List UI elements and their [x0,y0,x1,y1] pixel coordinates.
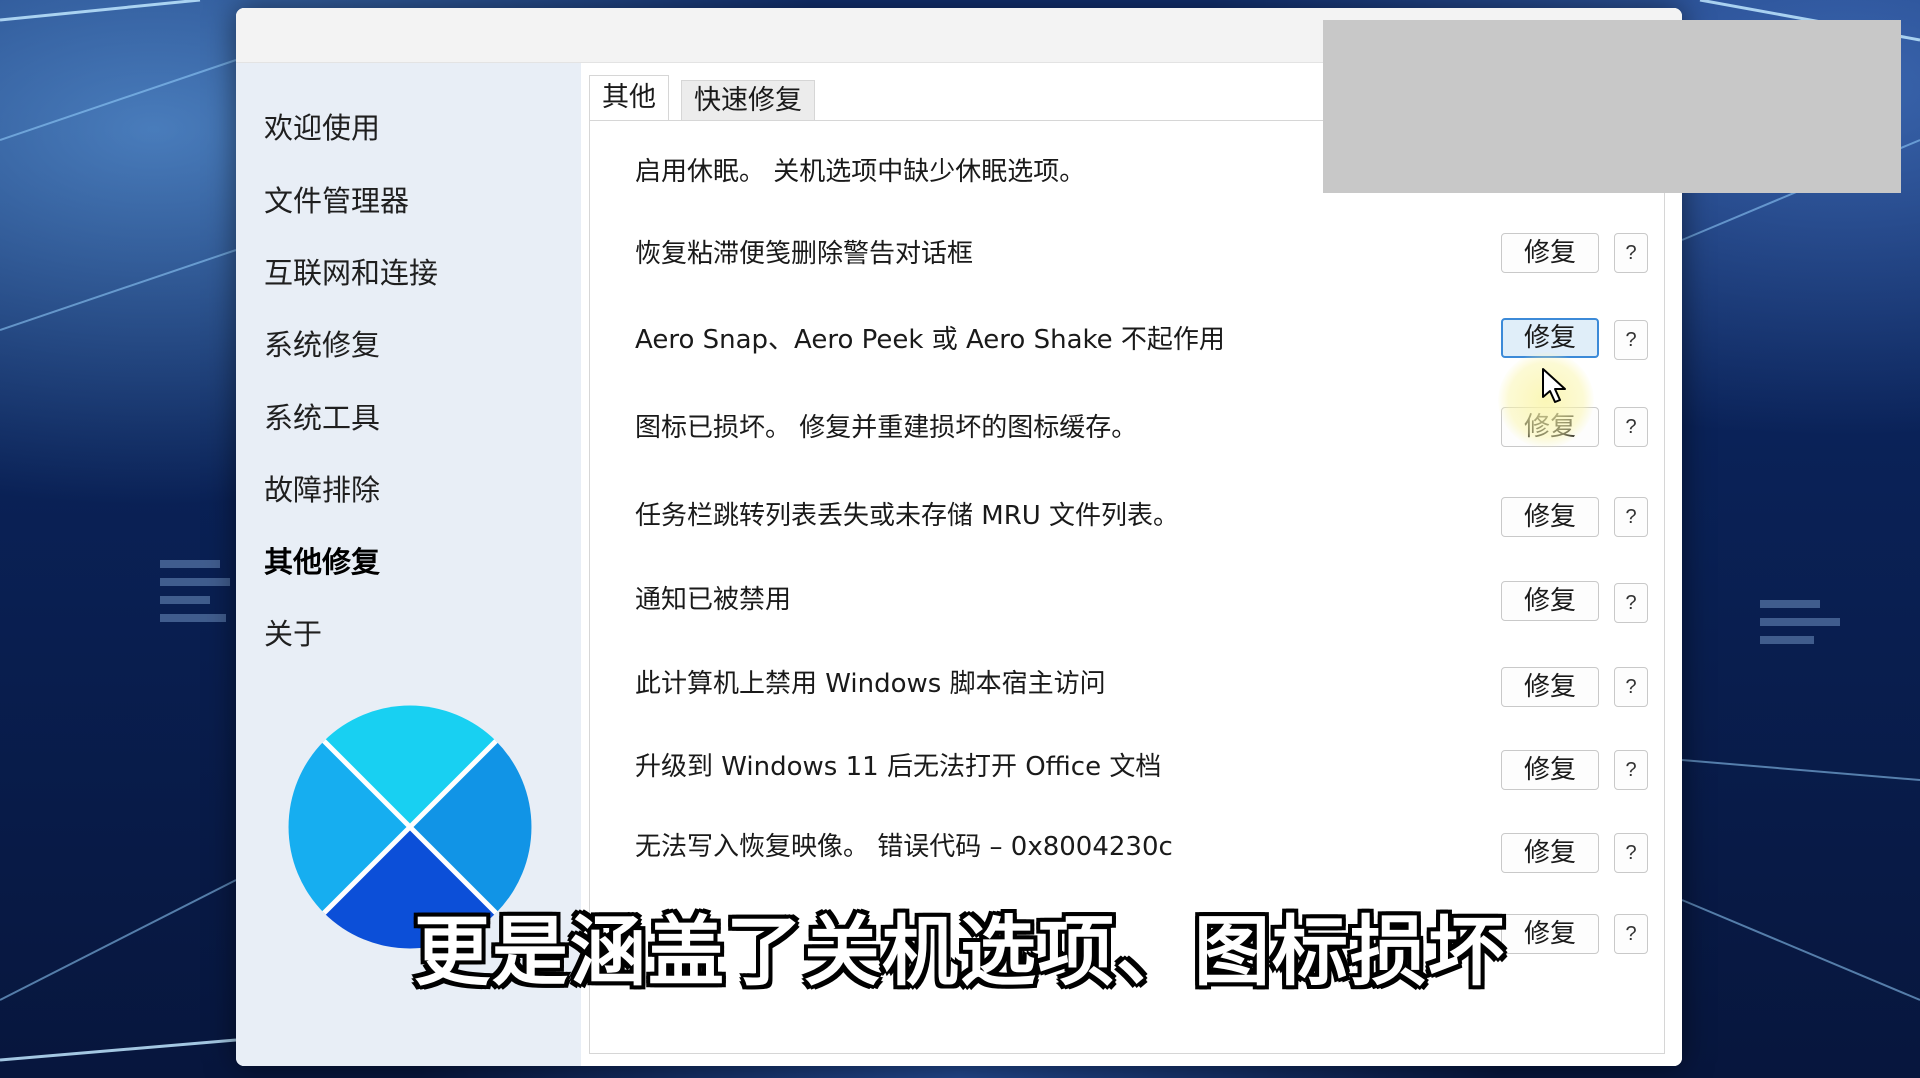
fix-row-label: 升级到 Windows 11 后无法打开 Office 文档 [635,752,1162,782]
overlay-block [1323,20,1901,193]
fix-row-label: 图标已损坏。 修复并重建损坏的图标缓存。 [635,413,1138,443]
help-button[interactable]: ? [1614,407,1648,447]
sidebar-item-system-tools[interactable]: 系统工具 [264,395,380,437]
fix-row-label: 恢复粘滞便笺删除警告对话框 [635,239,974,269]
fix-button[interactable]: 修复 [1501,750,1599,790]
sidebar-item-system-repair[interactable]: 系统修复 [264,322,380,364]
help-button[interactable]: ? [1614,583,1648,623]
fix-row-label: 无法写入恢复映像。 错误代码 – 0x8004230c [635,832,1173,862]
sidebar-item-troubleshooting[interactable]: 故障排除 [264,467,380,509]
fix-row-label: Aero Snap、Aero Peek 或 Aero Shake 不起作用 [635,325,1225,355]
fix-button[interactable]: 修复 [1501,833,1599,873]
help-button[interactable]: ? [1614,667,1648,707]
fix-button[interactable]: 修复 [1501,667,1599,707]
sidebar-item-file-manager[interactable]: 文件管理器 [264,178,409,220]
mouse-pointer-icon [1542,368,1566,403]
help-button[interactable]: ? [1614,497,1648,537]
sidebar-item-welcome[interactable]: 欢迎使用 [264,105,380,147]
help-button[interactable]: ? [1614,750,1648,790]
fix-row-label: 通知已被禁用 [635,585,792,615]
sidebar-item-internet[interactable]: 互联网和连接 [264,250,438,292]
tab-other[interactable]: 其他 [589,75,669,121]
fix-button[interactable]: 修复 [1501,497,1599,537]
fix-row-label: 此计算机上禁用 Windows 脚本宿主访问 [635,669,1106,699]
tab-quick-fix[interactable]: 快速修复 [681,80,815,120]
help-button[interactable]: ? [1614,833,1648,873]
fix-row-label: 启用休眠。 关机选项中缺少休眠选项。 [635,157,1086,187]
sidebar-item-other-fixes[interactable]: 其他修复 [264,539,380,581]
fix-row-label: 任务栏跳转列表丢失或未存储 MRU 文件列表。 [635,501,1180,531]
help-button[interactable]: ? [1614,233,1648,273]
sidebar-item-about[interactable]: 关于 [264,611,322,653]
video-subtitle: 更是涵盖了关机选项、图标损坏 [414,907,1506,996]
fix-button[interactable]: 修复 [1501,581,1599,621]
help-button[interactable]: ? [1614,320,1648,360]
fix-button[interactable]: 修复 [1501,233,1599,273]
